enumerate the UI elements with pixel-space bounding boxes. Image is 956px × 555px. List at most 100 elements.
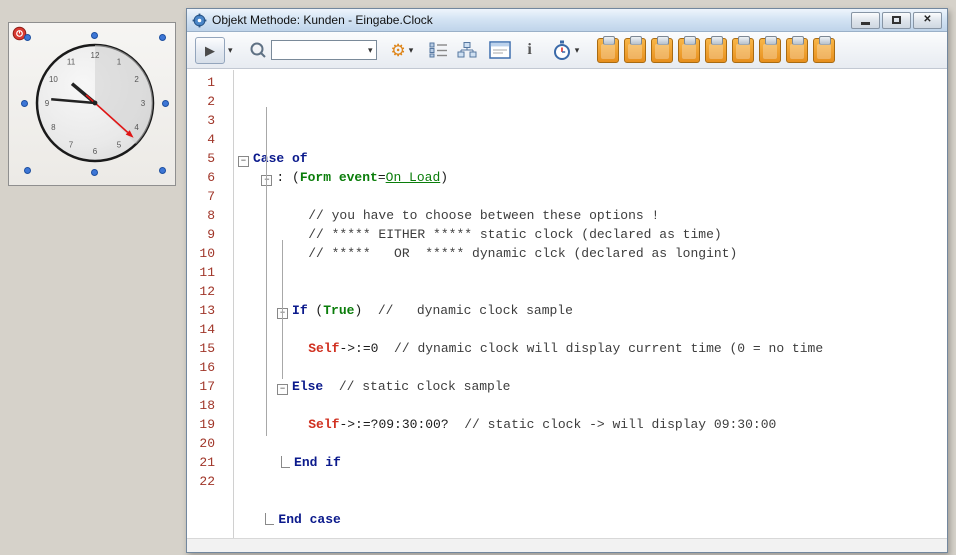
line-number[interactable]: 15 bbox=[187, 339, 233, 358]
stopwatch-icon bbox=[552, 40, 572, 61]
clock-object[interactable]: 121234567891011 bbox=[27, 37, 163, 171]
search-combobox[interactable]: ▾ bbox=[271, 40, 377, 60]
selection-handle[interactable] bbox=[24, 167, 31, 174]
search-input[interactable] bbox=[272, 42, 368, 58]
minimize-button[interactable] bbox=[851, 12, 880, 29]
line-number[interactable]: 13 bbox=[187, 301, 233, 320]
clipboard-button-4[interactable] bbox=[678, 38, 700, 63]
code-token: True bbox=[323, 303, 354, 318]
line-number[interactable]: 3 bbox=[187, 111, 233, 130]
line-number[interactable]: 18 bbox=[187, 396, 233, 415]
open-window-button[interactable] bbox=[489, 41, 511, 59]
line-number[interactable]: 22 bbox=[187, 472, 233, 491]
hierarchy-button[interactable] bbox=[457, 42, 477, 58]
clipboard-button-2[interactable] bbox=[624, 38, 646, 63]
code-line: −If (True) // dynamic clock sample bbox=[238, 301, 947, 320]
method-info-button[interactable]: i bbox=[527, 41, 531, 59]
form-preview-panel: 121234567891011 bbox=[8, 22, 176, 186]
line-number[interactable]: 14 bbox=[187, 320, 233, 339]
selection-handle[interactable] bbox=[159, 167, 166, 174]
selection-handle[interactable] bbox=[21, 100, 28, 107]
code-token: = bbox=[378, 170, 386, 185]
timer-button[interactable]: ▾ bbox=[552, 40, 580, 61]
fold-toggle-icon[interactable]: − bbox=[277, 384, 288, 395]
code-token: On Load bbox=[386, 170, 441, 185]
line-number[interactable]: 17 bbox=[187, 377, 233, 396]
clipboard-button-8[interactable] bbox=[786, 38, 808, 63]
clipboard-button-6[interactable] bbox=[732, 38, 754, 63]
line-number[interactable]: 11 bbox=[187, 263, 233, 282]
clipboard-buttons bbox=[597, 38, 840, 63]
clock-center-dot bbox=[93, 101, 98, 106]
clock-number: 11 bbox=[67, 57, 76, 66]
code-token: Form event bbox=[300, 170, 378, 185]
code-token: : ( bbox=[276, 170, 299, 185]
code-line bbox=[238, 263, 947, 282]
code-line: Self->:=0 // dynamic clock will display … bbox=[238, 339, 947, 358]
line-number[interactable]: 2 bbox=[187, 92, 233, 111]
code-token: ->:=?09:30:00? bbox=[339, 417, 448, 432]
code-line bbox=[238, 358, 947, 377]
line-number[interactable]: 20 bbox=[187, 434, 233, 453]
expand-collapse-button[interactable] bbox=[429, 42, 449, 58]
info-icon: i bbox=[527, 41, 531, 59]
execute-dropdown-arrow[interactable]: ▾ bbox=[228, 45, 233, 56]
code-line: // ***** OR ***** dynamic clck (declared… bbox=[238, 244, 947, 263]
code-token: // static clock sample bbox=[323, 379, 510, 394]
clipboard-button-7[interactable] bbox=[759, 38, 781, 63]
line-number[interactable]: 7 bbox=[187, 187, 233, 206]
maximize-button[interactable] bbox=[882, 12, 911, 29]
line-number[interactable]: 19 bbox=[187, 415, 233, 434]
desktop-background: 121234567891011 bbox=[0, 0, 956, 555]
selection-handle[interactable] bbox=[159, 34, 166, 41]
line-number[interactable]: 1 bbox=[187, 73, 233, 92]
selection-handle[interactable] bbox=[24, 34, 31, 41]
code-line: −: (Form event=On Load) bbox=[238, 168, 947, 187]
line-number[interactable]: 5 bbox=[187, 149, 233, 168]
code-token: Case of bbox=[253, 151, 308, 166]
line-number[interactable]: 6 bbox=[187, 168, 233, 187]
line-number[interactable]: 9 bbox=[187, 225, 233, 244]
code-line bbox=[238, 282, 947, 301]
horizontal-scrollbar[interactable] bbox=[187, 538, 947, 552]
line-number[interactable]: 10 bbox=[187, 244, 233, 263]
fold-toggle-icon[interactable]: − bbox=[238, 156, 249, 167]
clock-number: 4 bbox=[134, 123, 139, 132]
search-button[interactable] bbox=[249, 41, 267, 59]
code-token: If bbox=[292, 303, 315, 318]
clock-number: 5 bbox=[117, 141, 122, 150]
code-token: End if bbox=[294, 455, 341, 470]
code-area[interactable]: −Case of −: (Form event=On Load) // you … bbox=[234, 70, 947, 538]
code-token: // static clock -> will display 09:30:00 bbox=[449, 417, 777, 432]
run-icon: ▶ bbox=[205, 44, 215, 57]
line-number[interactable]: 4 bbox=[187, 130, 233, 149]
selection-handle[interactable] bbox=[162, 100, 169, 107]
list-structure-icon bbox=[429, 42, 449, 58]
clipboard-button-3[interactable] bbox=[651, 38, 673, 63]
line-number[interactable]: 8 bbox=[187, 206, 233, 225]
maximize-icon bbox=[892, 16, 901, 24]
clipboard-button-1[interactable] bbox=[597, 38, 619, 63]
macros-dropdown-arrow: ▾ bbox=[409, 45, 414, 56]
code-token: // ***** EITHER ***** static clock (decl… bbox=[308, 227, 721, 242]
selection-handle[interactable] bbox=[91, 169, 98, 176]
line-number[interactable]: 12 bbox=[187, 282, 233, 301]
line-number[interactable]: 21 bbox=[187, 453, 233, 472]
titlebar[interactable]: Objekt Methode: Kunden - Eingabe.Clock ✕ bbox=[187, 9, 947, 32]
clock-number: 7 bbox=[69, 141, 74, 150]
selection-handle[interactable] bbox=[91, 32, 98, 39]
fold-guide-line bbox=[282, 240, 283, 379]
close-button[interactable]: ✕ bbox=[913, 12, 942, 29]
execute-method-button[interactable]: ▶ bbox=[195, 37, 225, 64]
macros-button[interactable]: ⚙ ▾ bbox=[391, 42, 414, 59]
clipboard-button-9[interactable] bbox=[813, 38, 835, 63]
line-number[interactable]: 16 bbox=[187, 358, 233, 377]
code-line bbox=[238, 491, 947, 510]
close-icon: ✕ bbox=[923, 15, 931, 25]
clipboard-button-5[interactable] bbox=[705, 38, 727, 63]
combobox-dropdown-arrow[interactable]: ▾ bbox=[368, 45, 373, 56]
code-token: Else bbox=[292, 379, 323, 394]
code-line: −Case of bbox=[238, 149, 947, 168]
code-line bbox=[238, 529, 947, 538]
clock-number: 3 bbox=[141, 99, 146, 108]
